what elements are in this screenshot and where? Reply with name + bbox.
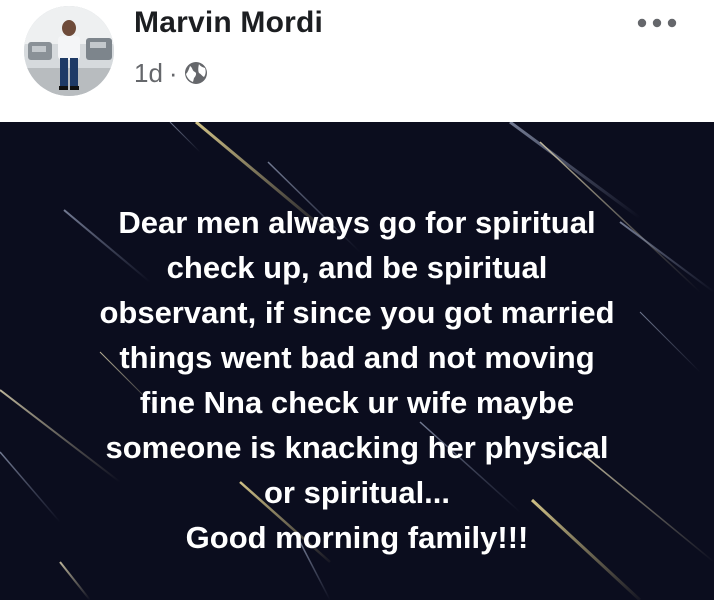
post-text-line: or spiritual... xyxy=(263,475,451,510)
meta-separator: · xyxy=(168,57,178,88)
post-text-line: things went bad and not moving xyxy=(119,340,595,375)
more-options-icon xyxy=(637,18,677,28)
post-text-line: Dear men always go for spiritual xyxy=(118,205,596,240)
post-text-line: fine Nna check ur wife maybe xyxy=(139,385,575,420)
author-avatar[interactable] xyxy=(24,6,114,96)
post-meta: 1d · xyxy=(134,58,208,88)
post-text-line: Good morning family!!! xyxy=(185,520,529,555)
post-text-line: observant, if since you got married xyxy=(99,295,615,330)
post-text-line: someone is knacking her physical xyxy=(105,430,609,465)
author-name[interactable]: Marvin Mordi xyxy=(134,6,323,40)
more-options-button[interactable] xyxy=(630,10,684,36)
post-time[interactable]: 1d xyxy=(134,58,163,89)
post-header: Marvin Mordi 1d · xyxy=(0,0,714,122)
post-text-line: check up, and be spiritual xyxy=(166,250,548,285)
avatar-photo xyxy=(24,6,114,96)
globe-icon xyxy=(184,62,207,84)
post-text: Dear men always go for spiritual check u… xyxy=(20,200,694,560)
post-image[interactable]: Dear men always go for spiritual check u… xyxy=(0,122,714,600)
facebook-post: Marvin Mordi 1d · Dear men always go for… xyxy=(0,0,714,600)
